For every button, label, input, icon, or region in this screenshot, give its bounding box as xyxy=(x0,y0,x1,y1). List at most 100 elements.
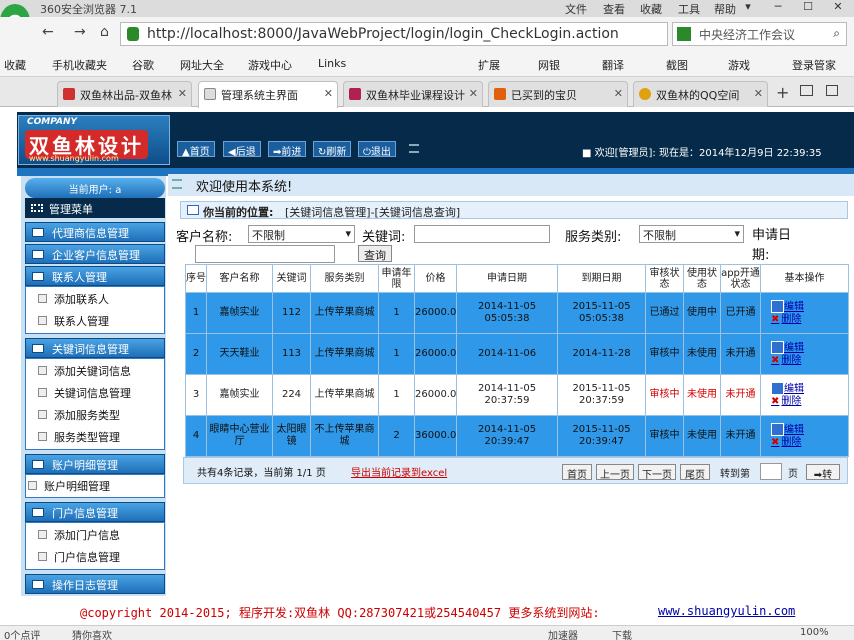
logout-button[interactable]: ⏻退出 xyxy=(358,141,396,158)
sidebar-item-add-contact[interactable]: 添加联系人 xyxy=(38,291,109,307)
sidebar-group-log[interactable]: 操作日志管理 xyxy=(25,574,165,594)
restore-tab-icon[interactable] xyxy=(800,85,813,96)
sidebar-item-keyword-manage[interactable]: 关键词信息管理 xyxy=(38,385,131,401)
first-page-button[interactable]: 首页 xyxy=(562,464,592,481)
sidebar-item-contact-manage[interactable]: 联系人管理 xyxy=(38,313,109,329)
back-icon[interactable]: ← xyxy=(42,24,54,40)
query-button[interactable]: 查询 xyxy=(358,245,392,262)
close-icon[interactable]: ✕ xyxy=(324,87,333,100)
fav-screenshot[interactable]: 截图 xyxy=(666,57,688,73)
download-status[interactable]: 下载 xyxy=(612,627,632,640)
edit-link[interactable]: 编辑 xyxy=(771,341,848,355)
menu-favorites[interactable]: 收藏 xyxy=(640,1,662,17)
skin-icon[interactable]: ▾ xyxy=(734,0,762,17)
close-icon[interactable]: ✕ xyxy=(614,87,623,100)
accelerator-status[interactable]: 加速器 xyxy=(548,627,578,640)
logo-url: www.shuangyulin.com xyxy=(29,154,119,163)
zoom-level[interactable]: 100% xyxy=(800,627,829,638)
edit-link[interactable]: 编辑 xyxy=(771,382,848,396)
close-icon[interactable]: ✕ xyxy=(469,87,478,100)
forward-icon[interactable]: → xyxy=(74,24,86,40)
fav-extensions[interactable]: 扩展 xyxy=(478,57,500,73)
next-page-button[interactable]: 下一页 xyxy=(638,464,676,481)
sidebar-item-service-manage[interactable]: 服务类型管理 xyxy=(38,429,120,445)
forward-button[interactable]: ➡前进 xyxy=(268,141,307,158)
last-page-button[interactable]: 尾页 xyxy=(680,464,710,481)
maximize-button[interactable]: ☐ xyxy=(794,0,822,17)
menu-title-label: 管理菜单 xyxy=(49,203,93,216)
sidebar-item-portal-manage[interactable]: 门户信息管理 xyxy=(38,549,120,565)
menu-file[interactable]: 文件 xyxy=(565,1,587,17)
search-icon[interactable]: ⌕ xyxy=(833,26,840,41)
page-footer: @copyright 2014-2015; 程序开发:双鱼林 QQ:287307… xyxy=(0,599,854,625)
menu-help[interactable]: 帮助 xyxy=(714,1,736,17)
back-button[interactable]: ◀后退 xyxy=(223,141,261,158)
fav-links[interactable]: Links xyxy=(318,57,346,70)
fav-bank[interactable]: 网银 xyxy=(538,57,560,73)
fav-collect[interactable]: 收藏 xyxy=(4,57,26,73)
edit-link[interactable]: 编辑 xyxy=(771,423,848,437)
delete-link[interactable]: ✖ 删除 xyxy=(771,437,848,449)
menu-view[interactable]: 查看 xyxy=(603,1,625,17)
sidebar-group-customer[interactable]: 企业客户信息管理 xyxy=(25,244,165,264)
sidebar-item-add-keyword[interactable]: 添加关键词信息 xyxy=(38,363,131,379)
fav-games-center[interactable]: 游戏中心 xyxy=(248,57,292,73)
apply-date-input[interactable] xyxy=(195,245,335,263)
close-button[interactable]: ✕ xyxy=(824,0,852,17)
close-icon[interactable]: ✕ xyxy=(178,87,187,100)
service-select[interactable]: 不限制 ▾ xyxy=(639,225,744,243)
fav-translate[interactable]: 翻译 xyxy=(602,57,624,73)
search-box[interactable]: 中央经济工作会议 ⌕ xyxy=(672,22,847,46)
sidebar-group-account[interactable]: 账户明细管理 xyxy=(25,454,165,474)
tab-label: 双鱼林的QQ空间 xyxy=(656,89,740,102)
tab-shuangyulin[interactable]: 双鱼林出品-双鱼林 ✕ xyxy=(57,81,192,107)
edit-link[interactable]: 编辑 xyxy=(771,300,848,314)
tab-qzone[interactable]: 双鱼林的QQ空间 ✕ xyxy=(633,81,768,107)
sidebar-group-contact[interactable]: 联系人管理 xyxy=(25,266,165,286)
tab-list-icon[interactable] xyxy=(826,85,838,96)
fav-login-manager[interactable]: 登录管家 xyxy=(792,57,836,73)
fav-sites[interactable]: 网址大全 xyxy=(180,57,224,73)
group-title: 操作日志管理 xyxy=(52,579,118,592)
sidebar-item-account-manage[interactable]: 账户明细管理 xyxy=(28,478,110,494)
home-icon[interactable]: ⌂ xyxy=(100,24,109,40)
cell-keyword: 224 xyxy=(272,374,311,416)
tab-main-interface[interactable]: 管理系统主界面 ✕ xyxy=(198,81,338,108)
keyword-input[interactable] xyxy=(414,225,550,243)
export-excel-link[interactable]: 导出当前记录到excel xyxy=(351,464,447,479)
menu-tools[interactable]: 工具 xyxy=(678,1,700,17)
comments-status[interactable]: 0个点评 xyxy=(4,627,40,640)
chevron-down-icon: ▾ xyxy=(345,227,351,240)
tab-purchased[interactable]: 已买到的宝贝 ✕ xyxy=(488,81,628,107)
folder-icon xyxy=(32,580,44,589)
refresh-button[interactable]: ↻刷新 xyxy=(313,141,352,158)
status-bar: 0个点评 猜你喜欢 加速器 下载 100% xyxy=(0,625,854,640)
sidebar-group-portal[interactable]: 门户信息管理 xyxy=(25,502,165,522)
menu-toggle-icon[interactable] xyxy=(172,179,182,189)
fav-google[interactable]: 谷歌 xyxy=(132,57,154,73)
group-title: 代理商信息管理 xyxy=(52,227,129,240)
customer-select[interactable]: 不限制 ▾ xyxy=(248,225,355,243)
address-bar[interactable]: http://localhost:8000/JavaWebProject/log… xyxy=(120,22,668,46)
tab-graduation[interactable]: 双鱼林毕业课程设计 ✕ xyxy=(343,81,483,107)
website-link[interactable]: www.shuangyulin.com xyxy=(658,604,795,618)
sidebar-group-keyword[interactable]: 关键词信息管理 xyxy=(25,338,165,358)
goto-page-input[interactable] xyxy=(760,463,782,480)
sidebar-item-add-service[interactable]: 添加服务类型 xyxy=(38,407,120,423)
go-button[interactable]: ➡转 xyxy=(806,464,840,481)
delete-link[interactable]: ✖ 删除 xyxy=(771,355,848,367)
sidebar-item-add-portal[interactable]: 添加门户信息 xyxy=(38,527,120,543)
fav-mobile[interactable]: 手机收藏夹 xyxy=(52,57,107,73)
delete-link[interactable]: ✖ 删除 xyxy=(771,314,848,326)
table-row: 1 嘉帧实业 112 上传苹果商城 1 26000.0 2014-11-05 05:05:3… xyxy=(185,292,849,334)
recommend-status[interactable]: 猜你喜欢 xyxy=(72,627,112,640)
close-icon[interactable]: ✕ xyxy=(754,87,763,100)
delete-link[interactable]: ✖ 删除 xyxy=(771,396,848,408)
home-button[interactable]: ▲首页 xyxy=(177,141,215,158)
new-tab-button[interactable]: + xyxy=(776,83,789,102)
minimize-button[interactable]: ─ xyxy=(764,0,792,17)
sidebar-group-agent[interactable]: 代理商信息管理 xyxy=(25,222,165,242)
menu-icon[interactable] xyxy=(409,144,419,153)
fav-games[interactable]: 游戏 xyxy=(728,57,750,73)
prev-page-button[interactable]: 上一页 xyxy=(596,464,634,481)
